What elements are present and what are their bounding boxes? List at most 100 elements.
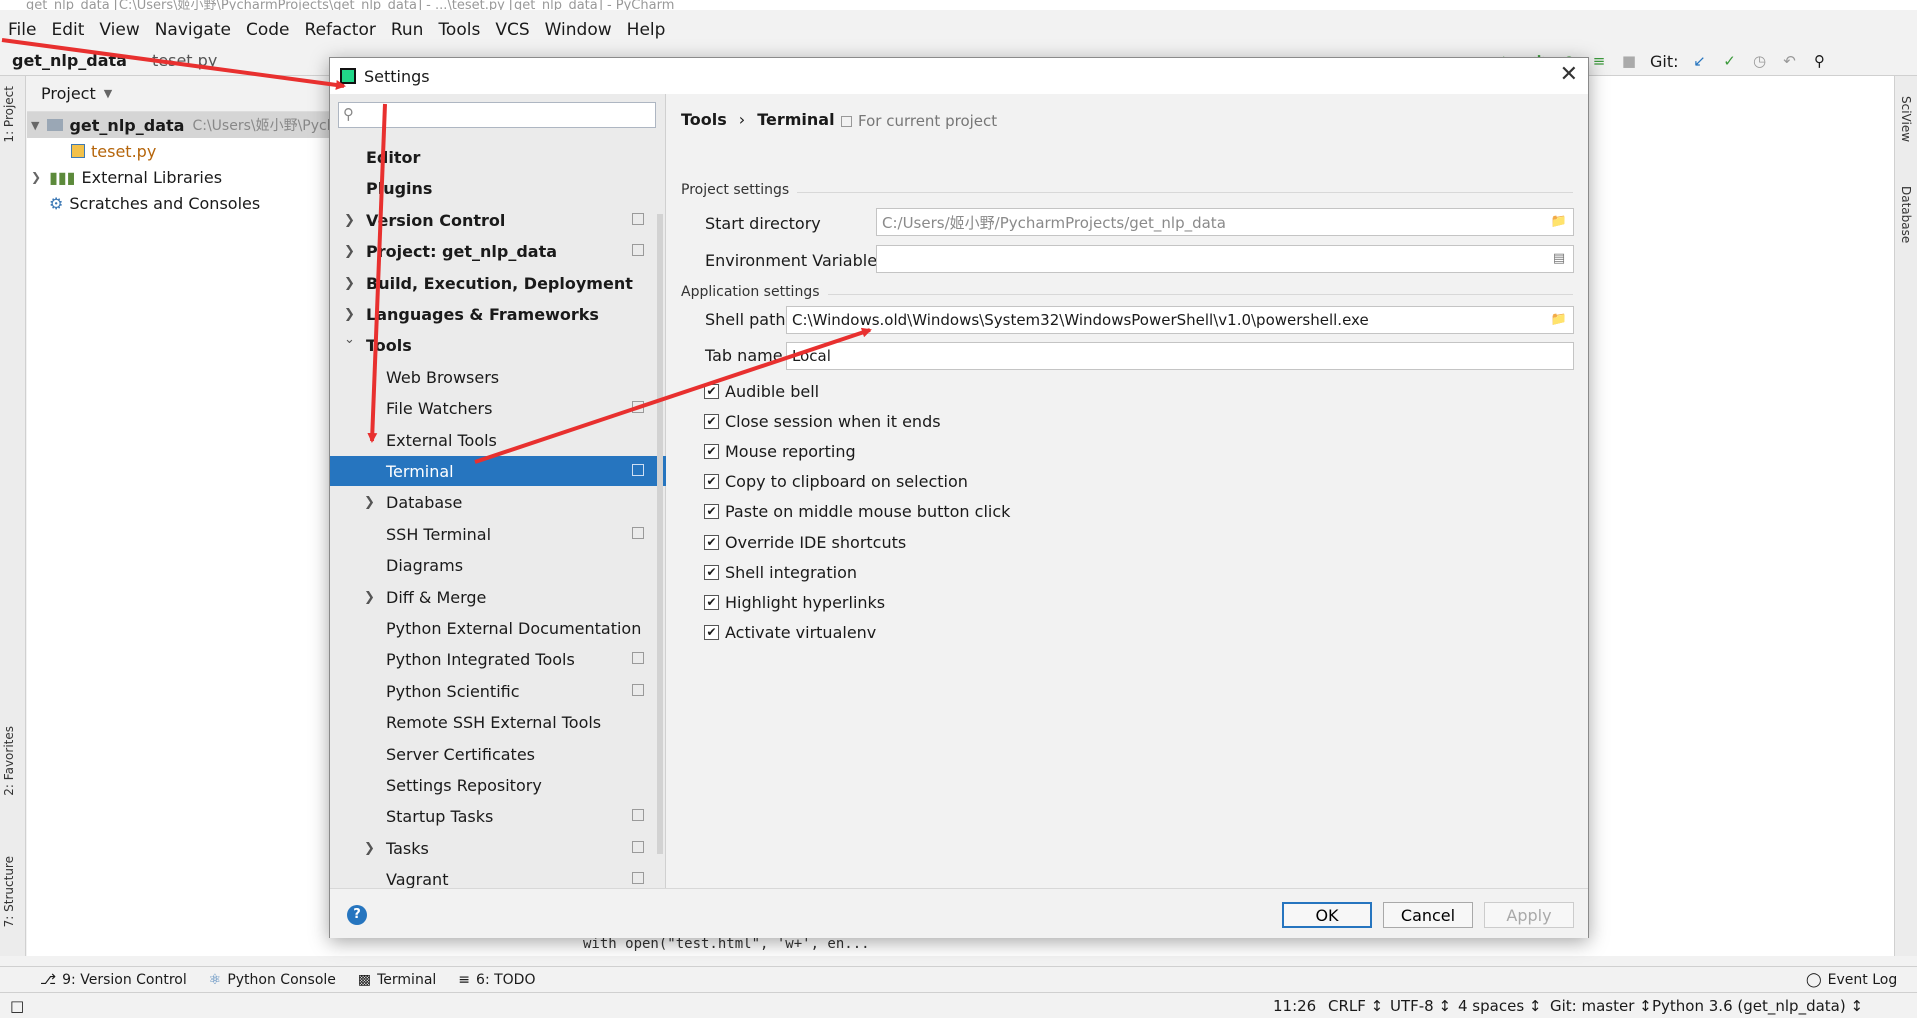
menu-run[interactable]: Run bbox=[391, 20, 424, 40]
folder-open-icon[interactable]: 📁 bbox=[1550, 311, 1568, 329]
chevron-right-icon[interactable]: ❯ bbox=[31, 170, 41, 184]
checkbox[interactable]: ✔ bbox=[704, 564, 719, 580]
checkbox-row[interactable]: ✔ Override IDE shortcuts bbox=[704, 530, 906, 554]
settings-nav-item[interactable]: File Watchers bbox=[330, 393, 666, 423]
menu-view[interactable]: View bbox=[99, 20, 139, 40]
checkbox[interactable]: ✔ bbox=[704, 383, 719, 399]
settings-nav-item[interactable]: External Tools bbox=[330, 425, 666, 455]
settings-nav-item[interactable]: Python External Documentation bbox=[330, 613, 666, 643]
menu-tools[interactable]: Tools bbox=[438, 20, 480, 40]
git-rollback-icon[interactable]: ↶ bbox=[1781, 52, 1799, 70]
stop-icon[interactable]: ■ bbox=[1620, 52, 1638, 70]
tool-tab-favorites[interactable]: 2: Favorites bbox=[2, 726, 16, 796]
checkbox[interactable]: ✔ bbox=[704, 413, 719, 429]
menu-refactor[interactable]: Refactor bbox=[305, 20, 376, 40]
chevron-right-icon[interactable]: ❯ bbox=[344, 307, 355, 322]
status-interpreter[interactable]: Python 3.6 (get_nlp_data) ↕ bbox=[1652, 997, 1863, 1015]
tool-tab-project[interactable]: 1: Project bbox=[2, 86, 16, 143]
checkbox-row[interactable]: ✔ Close session when it ends bbox=[704, 409, 941, 433]
settings-nav-item[interactable]: Terminal bbox=[330, 456, 666, 486]
tree-item-external-libraries[interactable]: ❯ ▮▮▮ External Libraries bbox=[27, 164, 222, 190]
settings-nav-item[interactable]: ❯ Build, Execution, Deployment bbox=[330, 268, 666, 298]
checkbox-row[interactable]: ✔ Copy to clipboard on selection bbox=[704, 469, 968, 493]
menu-navigate[interactable]: Navigate bbox=[155, 20, 231, 40]
tool-window-terminal[interactable]: ▩ Terminal bbox=[358, 972, 436, 988]
settings-nav-item[interactable]: ❯ Tasks bbox=[330, 833, 666, 863]
settings-nav-item[interactable]: Diagrams bbox=[330, 550, 666, 580]
settings-nav-item[interactable]: SSH Terminal bbox=[330, 519, 666, 549]
settings-nav-item[interactable]: ❯ Project: get_nlp_data bbox=[330, 236, 666, 266]
settings-nav-item[interactable]: Plugins bbox=[330, 173, 666, 203]
settings-nav-item[interactable]: ❯ Version Control bbox=[330, 205, 666, 235]
environment-variables-field[interactable]: ▤ bbox=[876, 245, 1574, 273]
chevron-right-icon[interactable]: ❯ bbox=[364, 495, 375, 510]
chevron-down-icon[interactable]: ⌄ bbox=[344, 332, 355, 347]
tool-tab-structure[interactable]: 7: Structure bbox=[2, 856, 16, 927]
apply-button[interactable]: Apply bbox=[1484, 902, 1574, 928]
project-view-selector[interactable]: Project bbox=[41, 84, 96, 103]
tool-tab-database[interactable]: Database bbox=[1899, 186, 1913, 243]
folder-open-icon[interactable]: 📁 bbox=[1550, 213, 1568, 231]
tool-tab-sciview[interactable]: SciView bbox=[1899, 96, 1913, 142]
checkbox-row[interactable]: ✔ Audible bell bbox=[704, 379, 819, 403]
tool-window-python-console[interactable]: ⚛ Python Console bbox=[209, 972, 336, 988]
toggle-tool-windows-icon[interactable]: □ bbox=[10, 997, 24, 1015]
settings-nav-item[interactable]: Web Browsers bbox=[330, 362, 666, 392]
chevron-right-icon[interactable]: ❯ bbox=[364, 841, 375, 856]
edit-variables-icon[interactable]: ▤ bbox=[1550, 250, 1568, 268]
status-indent[interactable]: 4 spaces ↕ bbox=[1458, 997, 1541, 1015]
settings-nav-item[interactable]: Remote SSH External Tools bbox=[330, 707, 666, 737]
close-icon[interactable]: ✕ bbox=[1560, 62, 1578, 87]
chevron-right-icon[interactable]: ❯ bbox=[364, 590, 375, 605]
tree-item-file[interactable]: teset.py bbox=[71, 138, 156, 164]
menu-file[interactable]: File bbox=[8, 20, 36, 40]
scrollbar-thumb[interactable] bbox=[657, 214, 663, 854]
git-update-icon[interactable]: ↙ bbox=[1691, 52, 1709, 70]
git-history-icon[interactable]: ◷ bbox=[1751, 52, 1769, 70]
settings-nav-item[interactable]: Settings Repository bbox=[330, 770, 666, 800]
chevron-right-icon[interactable]: ❯ bbox=[344, 276, 355, 291]
ok-button[interactable]: OK bbox=[1282, 902, 1372, 928]
settings-nav-item[interactable]: Startup Tasks bbox=[330, 801, 666, 831]
cancel-button[interactable]: Cancel bbox=[1383, 902, 1473, 928]
nav-scrollbar[interactable] bbox=[655, 194, 665, 874]
event-log-button[interactable]: ◯ Event Log bbox=[1806, 972, 1897, 988]
status-git-branch[interactable]: Git: master ↕ bbox=[1550, 997, 1652, 1015]
checkbox[interactable]: ✔ bbox=[704, 473, 719, 489]
nav-breadcrumb-project[interactable]: get_nlp_data bbox=[12, 51, 127, 70]
menu-help[interactable]: Help bbox=[627, 20, 666, 40]
search-everywhere-icon[interactable]: ⚲ bbox=[1811, 52, 1829, 70]
tool-window-todo[interactable]: ≡ 6: TODO bbox=[458, 972, 535, 988]
menu-vcs[interactable]: VCS bbox=[495, 20, 529, 40]
checkbox[interactable]: ✔ bbox=[704, 594, 719, 610]
nav-breadcrumb-file[interactable]: teset.py bbox=[152, 51, 217, 70]
checkbox-row[interactable]: ✔ Activate virtualenv bbox=[704, 620, 876, 644]
checkbox-row[interactable]: ✔ Shell integration bbox=[704, 560, 857, 584]
shell-path-field[interactable]: C:\Windows.old\Windows\System32\WindowsP… bbox=[786, 306, 1574, 334]
checkbox-row[interactable]: ✔ Highlight hyperlinks bbox=[704, 590, 885, 614]
chevron-right-icon[interactable]: ❯ bbox=[344, 244, 355, 259]
tool-window-version-control[interactable]: ⎇ 9: Version Control bbox=[40, 972, 187, 988]
checkbox[interactable]: ✔ bbox=[704, 624, 719, 640]
checkbox[interactable]: ✔ bbox=[704, 534, 719, 550]
chevron-down-icon[interactable]: ▼ bbox=[31, 119, 39, 132]
profile-icon[interactable]: ≡ bbox=[1590, 52, 1608, 70]
menu-window[interactable]: Window bbox=[545, 20, 612, 40]
settings-nav-item[interactable]: Python Scientific bbox=[330, 676, 666, 706]
status-caret-position[interactable]: 11:26 bbox=[1273, 997, 1316, 1015]
status-line-separator[interactable]: CRLF ↕ bbox=[1328, 997, 1383, 1015]
checkbox[interactable]: ✔ bbox=[704, 443, 719, 459]
status-encoding[interactable]: UTF-8 ↕ bbox=[1390, 997, 1451, 1015]
settings-nav-item[interactable]: Server Certificates bbox=[330, 739, 666, 769]
settings-search-input[interactable] bbox=[367, 105, 651, 125]
git-commit-icon[interactable]: ✓ bbox=[1721, 52, 1739, 70]
start-directory-field[interactable]: C:/Users/姬小野/PycharmProjects/get_nlp_dat… bbox=[876, 208, 1574, 236]
settings-nav-item[interactable]: ❯ Diff & Merge bbox=[330, 582, 666, 612]
settings-nav-item[interactable]: ❯ Database bbox=[330, 487, 666, 517]
help-button[interactable]: ? bbox=[347, 905, 367, 925]
tab-name-field[interactable]: Local bbox=[786, 342, 1574, 370]
menu-code[interactable]: Code bbox=[246, 20, 290, 40]
settings-nav-item[interactable]: ⌄ Tools bbox=[330, 330, 666, 360]
menu-edit[interactable]: Edit bbox=[51, 20, 84, 40]
chevron-down-icon[interactable]: ▼ bbox=[104, 87, 112, 100]
